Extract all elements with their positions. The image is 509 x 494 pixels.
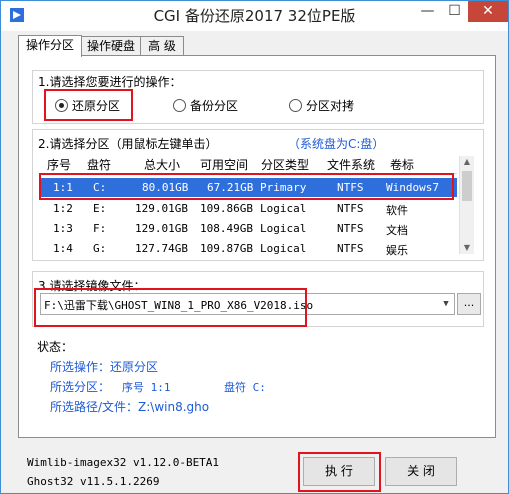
cell-drive: E: — [93, 202, 107, 215]
status-path: 所选路径/文件：Z:\win8.gho — [50, 400, 210, 414]
radio-restore[interactable]: 还原分区 — [55, 97, 120, 114]
scroll-up-icon[interactable]: ▲ — [460, 156, 474, 168]
cell-free: 67.21GB — [207, 181, 254, 194]
radio-backup-indicator[interactable] — [173, 99, 186, 112]
col-fs[interactable]: 文件系统 — [320, 156, 382, 173]
table-row[interactable]: 1:1 C: 80.01GB 67.21GB Primary NTFS Wind… — [39, 178, 457, 197]
status-drive: 盘符 C: — [224, 381, 266, 394]
cell-type: Logical — [260, 242, 307, 255]
title-bar[interactable]: CGI 备份还原2017 32位PE版 — ☐ ✕ — [1, 1, 508, 31]
col-free[interactable]: 可用空间 — [194, 156, 254, 173]
status-partition-label: 所选分区： — [50, 380, 111, 394]
browse-button[interactable]: ... — [457, 293, 481, 315]
table-row[interactable]: 1:4 G: 127.74GB 109.87GB Logical NTFS 娱乐 — [39, 239, 457, 258]
app-window: CGI 备份还原2017 32位PE版 — ☐ ✕ 操作分区 操作硬盘 高 级 … — [0, 0, 509, 494]
radio-restore-label: 还原分区 — [72, 99, 121, 113]
image-path-value: F:\迅雷下载\GHOST_WIN8_1_PRO_X86_V2018.iso — [44, 299, 314, 312]
cell-label: 娱乐 — [386, 244, 408, 257]
cell-index: 1:3 — [53, 222, 73, 235]
system-disk-note: （系统盘为C:盘） — [288, 137, 385, 151]
tab-disk[interactable]: 操作硬盘 — [81, 36, 141, 56]
execute-button[interactable]: 执 行 — [303, 457, 375, 486]
radio-restore-indicator[interactable] — [55, 99, 68, 112]
tab-advanced[interactable]: 高 级 — [140, 36, 184, 56]
cell-free: 109.86GB — [200, 202, 253, 215]
cell-type: Primary — [260, 181, 307, 194]
col-label[interactable]: 卷标 — [382, 156, 422, 173]
cell-free: 108.49GB — [200, 222, 253, 235]
radio-backup[interactable]: 备份分区 — [173, 97, 238, 114]
image-label: 3.请选择镜像文件： — [36, 277, 148, 294]
cell-size: 127.74GB — [135, 242, 188, 255]
table-scrollbar[interactable]: ▲ ▼ — [459, 156, 474, 254]
radio-copy-indicator[interactable] — [289, 99, 302, 112]
cell-drive: F: — [93, 222, 107, 235]
table-row[interactable]: 1:3 F: 129.01GB 108.49GB Logical NTFS 文档 — [39, 219, 457, 238]
table-header: 序号 盘符 总大小 可用空间 分区类型 文件系统 卷标 — [39, 154, 457, 174]
status-partition-index: 序号 1:1 — [122, 381, 171, 394]
cell-type: Logical — [260, 202, 307, 215]
cell-label: 软件 — [386, 204, 408, 217]
cell-fs: NTFS — [337, 202, 364, 215]
cell-fs: NTFS — [337, 242, 364, 255]
wimlib-version: Wimlib-imagex32 v1.12.0-BETA1 — [27, 456, 220, 469]
chevron-down-icon[interactable]: ▼ — [438, 294, 454, 314]
cell-size: 80.01GB — [142, 181, 189, 194]
radio-copy[interactable]: 分区对拷 — [289, 97, 354, 114]
partition-label: 2.请选择分区（用鼠标左键单击） — [36, 135, 220, 152]
maximize-button[interactable]: ☐ — [441, 1, 468, 22]
close-button[interactable]: 关 闭 — [385, 457, 457, 486]
ghost-version: Ghost32 v11.5.1.2269 — [27, 475, 160, 488]
scroll-down-icon[interactable]: ▼ — [460, 242, 474, 254]
cell-drive: G: — [93, 242, 107, 255]
cell-size: 129.01GB — [135, 222, 188, 235]
minimize-button[interactable]: — — [414, 1, 441, 22]
partition-table[interactable]: 序号 盘符 总大小 可用空间 分区类型 文件系统 卷标 1:1 C: 80.01… — [39, 154, 457, 257]
scroll-thumb[interactable] — [462, 171, 472, 201]
cell-drive: C: — [93, 181, 107, 194]
cell-type: Logical — [260, 222, 307, 235]
cell-fs: NTFS — [337, 181, 364, 194]
radio-backup-label: 备份分区 — [190, 99, 239, 113]
col-size[interactable]: 总大小 — [134, 156, 190, 173]
status-operation: 所选操作：还原分区 — [50, 360, 159, 374]
image-path-combo[interactable]: F:\迅雷下载\GHOST_WIN8_1_PRO_X86_V2018.iso ▼ — [40, 293, 455, 315]
cell-index: 1:1 — [53, 181, 73, 194]
col-drive[interactable]: 盘符 — [81, 156, 117, 173]
cell-free: 109.87GB — [200, 242, 253, 255]
table-row[interactable]: 1:2 E: 129.01GB 109.86GB Logical NTFS 软件 — [39, 199, 457, 218]
col-index[interactable]: 序号 — [42, 156, 76, 173]
status-label: 状态： — [37, 340, 74, 354]
cell-label: 文档 — [386, 224, 408, 237]
cell-fs: NTFS — [337, 222, 364, 235]
cell-label: Windows7 — [386, 181, 439, 194]
tab-partition[interactable]: 操作分区 — [18, 35, 82, 57]
close-window-button[interactable]: ✕ — [468, 1, 508, 22]
col-type[interactable]: 分区类型 — [254, 156, 316, 173]
cell-index: 1:2 — [53, 202, 73, 215]
operation-label: 1.请选择您要进行的操作： — [36, 73, 184, 90]
radio-copy-label: 分区对拷 — [306, 99, 355, 113]
cell-index: 1:4 — [53, 242, 73, 255]
cell-size: 129.01GB — [135, 202, 188, 215]
